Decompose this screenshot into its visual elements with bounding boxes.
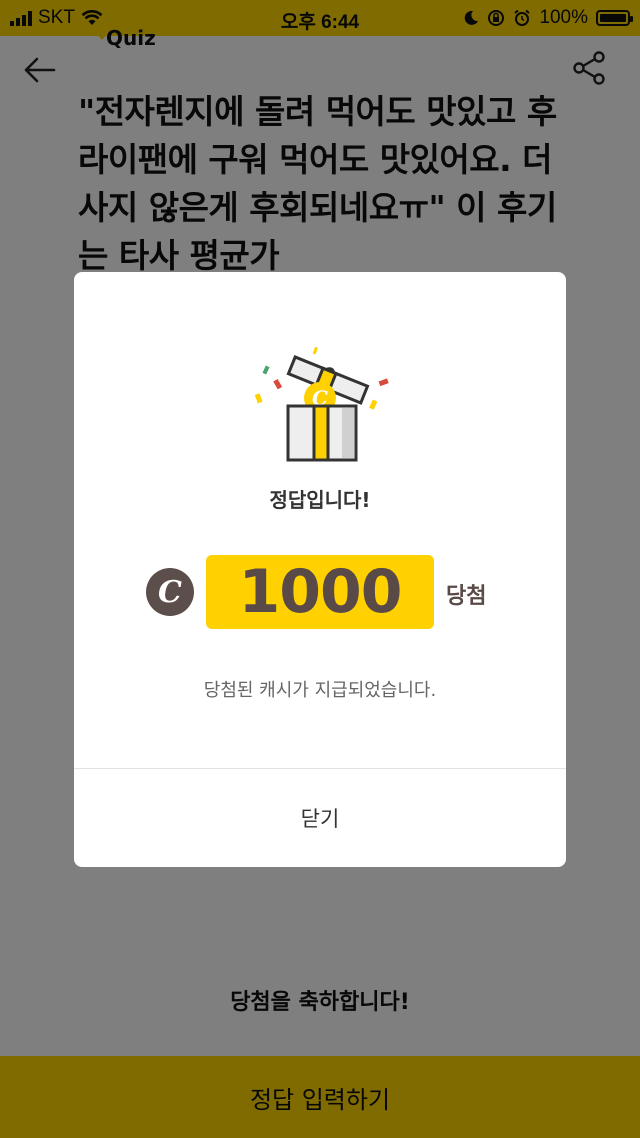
reward-amount: 1000 [206, 555, 434, 629]
modal-title: 정답입니다! [269, 488, 371, 512]
win-label: 당첨 [446, 584, 487, 609]
modal-message: 당첨된 캐시가 지급되었습니다. [203, 680, 437, 701]
close-button[interactable]: 닫기 [74, 769, 566, 867]
gift-box-icon: C [254, 346, 389, 462]
coin-icon: C [146, 568, 194, 616]
reward-modal: C 정답입니다! C 1000 당첨 당첨된 캐시가 지급되었습니다. 닫기 [74, 272, 566, 867]
